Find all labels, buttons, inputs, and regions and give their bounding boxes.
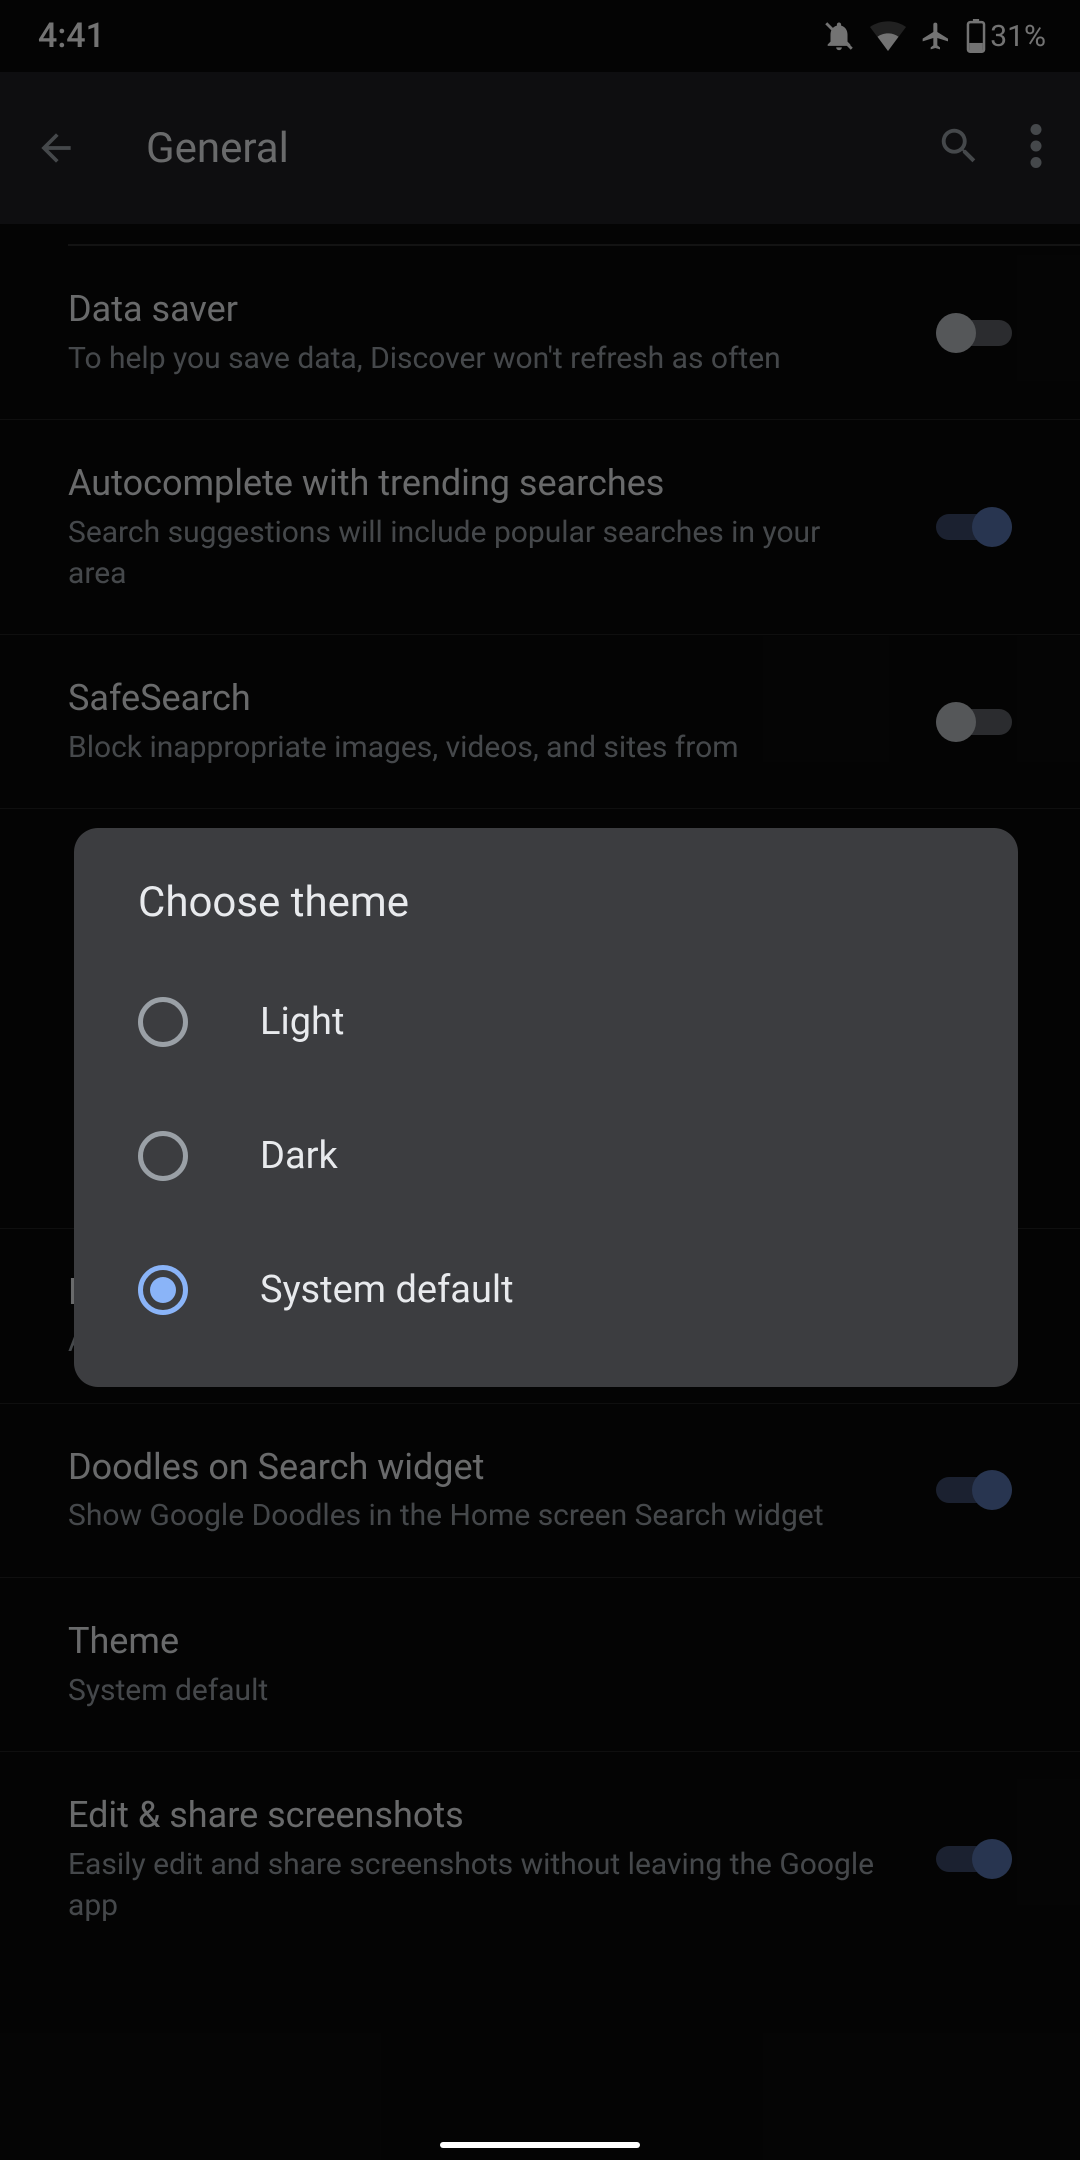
- radio-icon: [138, 1265, 188, 1315]
- gesture-nav-handle[interactable]: [440, 2142, 640, 2148]
- radio-label: Dark: [260, 1134, 338, 1178]
- theme-option-system-default[interactable]: System default: [74, 1223, 1018, 1357]
- radio-label: Light: [260, 1000, 344, 1044]
- radio-icon: [138, 1131, 188, 1181]
- theme-option-dark[interactable]: Dark: [74, 1089, 1018, 1223]
- theme-option-light[interactable]: Light: [74, 955, 1018, 1089]
- radio-icon: [138, 997, 188, 1047]
- radio-label: System default: [260, 1268, 514, 1312]
- choose-theme-dialog: Choose theme Light Dark System default: [74, 828, 1018, 1387]
- dialog-title: Choose theme: [74, 878, 1018, 955]
